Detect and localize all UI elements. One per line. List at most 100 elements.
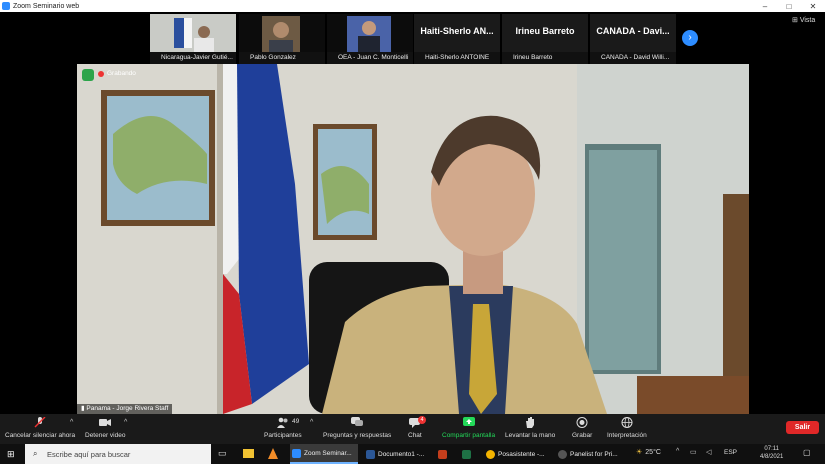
muted-mic-icon bbox=[34, 417, 46, 428]
participant-video bbox=[239, 14, 325, 52]
audio-options-chevron-icon[interactable]: ^ bbox=[70, 419, 73, 426]
taskbar-app-zoom[interactable]: Zoom Seminar... bbox=[290, 444, 358, 464]
qa-label: Preguntas y respuestas bbox=[323, 432, 392, 439]
participant-name-placeholder: CANADA - Davi... bbox=[596, 26, 670, 36]
participant-tile[interactable]: Nicaragua-Javier Gutié... bbox=[150, 14, 236, 64]
taskbar-app-powerpoint[interactable] bbox=[436, 444, 452, 464]
word-icon bbox=[366, 449, 375, 459]
share-screen-icon bbox=[462, 417, 475, 426]
participant-name: CANADA - David Willi... bbox=[590, 52, 676, 64]
taskbar-app-chrome[interactable]: Posasistente -... bbox=[484, 444, 552, 464]
title-bar: Zoom Seminario web – □ ✕ bbox=[0, 0, 825, 12]
raise-hand-button[interactable]: Levantar la mano bbox=[505, 417, 555, 439]
taskbar-app-label: Posasistente -... bbox=[498, 450, 545, 458]
raise-hand-label: Levantar la mano bbox=[505, 432, 556, 439]
participant-name: Nicaragua-Javier Gutié... bbox=[150, 52, 236, 64]
taskbar-app-excel[interactable] bbox=[460, 444, 476, 464]
participant-tile[interactable]: Pablo Gonzalez bbox=[239, 14, 325, 64]
speaker-name: Panama - Jorge Rivera Staff bbox=[86, 405, 169, 412]
recording-dot-icon bbox=[98, 70, 104, 77]
recording-label: Grabando bbox=[107, 70, 136, 77]
taskbar-app-label: Documento1 -... bbox=[378, 450, 425, 458]
unmute-label: Cancelar silenciar ahora bbox=[5, 432, 76, 439]
chat-badge: 4 bbox=[418, 416, 426, 424]
stop-video-button[interactable]: Detener video bbox=[85, 417, 125, 439]
weather-sun-icon: ☀ bbox=[636, 449, 643, 456]
share-screen-button[interactable]: Compartir pantalla bbox=[442, 417, 495, 439]
globe-icon bbox=[621, 417, 633, 428]
participant-tile[interactable]: Irineu Barreto Irineu Barreto bbox=[502, 14, 588, 64]
search-placeholder: Escribe aquí para buscar bbox=[47, 449, 131, 459]
notifications-icon[interactable]: ▢ bbox=[803, 448, 811, 457]
participant-name: Irineu Barreto bbox=[502, 52, 588, 64]
participant-name-placeholder: Irineu Barreto bbox=[515, 26, 575, 36]
minimize-button[interactable]: – bbox=[753, 2, 777, 11]
language-indicator[interactable]: ESP bbox=[724, 449, 737, 456]
window-title: Zoom Seminario web bbox=[13, 2, 80, 10]
weather-temp: 25°C bbox=[645, 448, 661, 456]
taskbar-search-input[interactable]: ⌕ Escribe aquí para buscar bbox=[25, 444, 211, 464]
participant-name: Pablo Gonzalez bbox=[239, 52, 325, 64]
zoom-icon bbox=[292, 448, 301, 458]
unmute-button[interactable]: Cancelar silenciar ahora bbox=[5, 417, 75, 439]
interpretation-button[interactable]: Interpretación bbox=[607, 417, 647, 439]
speaker-name-tag: ▮ Panama - Jorge Rivera Staff bbox=[77, 404, 173, 414]
participants-count: 49 bbox=[292, 418, 300, 425]
participant-name: OEA - Juan C. Monticelli bbox=[327, 52, 413, 64]
volume-icon[interactable]: ◁ bbox=[706, 448, 711, 456]
share-screen-label: Compartir pantalla bbox=[442, 432, 496, 439]
interpretation-label: Interpretación bbox=[607, 432, 647, 439]
view-button[interactable]: ⊞ Vista bbox=[792, 16, 815, 24]
clock-date: 4/8/2021 bbox=[760, 454, 784, 460]
main-speaker-video bbox=[77, 64, 749, 414]
file-explorer-icon[interactable] bbox=[243, 449, 254, 458]
participants-icon bbox=[276, 417, 288, 428]
network-icon[interactable]: ▭ bbox=[690, 448, 697, 456]
clock[interactable]: 07:11 4/8/2021 bbox=[760, 445, 783, 461]
participant-name: Haiti-Sherlo ANTOINE bbox=[414, 52, 500, 64]
video-camera-icon bbox=[99, 419, 112, 426]
raise-hand-icon bbox=[526, 417, 535, 428]
participant-name-placeholder: Haiti-Sherlo AN... bbox=[420, 26, 494, 36]
clock-time: 07:11 bbox=[764, 446, 779, 452]
recording-indicator: Grabando bbox=[98, 70, 136, 77]
windows-start-icon[interactable]: ⊞ bbox=[7, 449, 15, 460]
participant-video bbox=[150, 14, 236, 52]
search-icon: ⌕ bbox=[33, 449, 38, 458]
meeting-toolbar: Cancelar silenciar ahora ^ Detener video… bbox=[0, 414, 825, 444]
speaker-video-frame bbox=[77, 64, 749, 414]
encryption-shield-icon[interactable] bbox=[82, 69, 94, 81]
signal-bars-icon: ▮ bbox=[81, 405, 85, 412]
qa-button[interactable]: Preguntas y respuestas bbox=[323, 417, 391, 439]
taskbar-app-word[interactable]: Documento1 -... bbox=[364, 444, 430, 464]
leave-button[interactable]: Salir bbox=[786, 421, 819, 434]
panelist-app-icon bbox=[558, 449, 567, 459]
next-page-arrow-icon[interactable]: › bbox=[682, 30, 698, 46]
maximize-button[interactable]: □ bbox=[777, 2, 801, 11]
chat-label: Chat bbox=[408, 432, 422, 439]
record-icon bbox=[576, 417, 588, 428]
tray-chevron-icon[interactable]: ^ bbox=[676, 448, 679, 455]
close-button[interactable]: ✕ bbox=[801, 2, 825, 11]
zoom-app-icon bbox=[2, 2, 10, 10]
window-controls: – □ ✕ bbox=[753, 2, 825, 11]
participant-tile[interactable]: CANADA - Davi... CANADA - David Willi... bbox=[590, 14, 676, 64]
stop-video-label: Detener video bbox=[85, 432, 126, 439]
participants-label: Participantes bbox=[264, 432, 302, 439]
taskbar-app-label: Zoom Seminar... bbox=[304, 449, 352, 457]
taskbar-app-panelist[interactable]: Panelist for Pri... bbox=[556, 444, 626, 464]
participant-tile[interactable]: Haiti-Sherlo AN... Haiti-Sherlo ANTOINE bbox=[414, 14, 500, 64]
record-button[interactable]: Grabar bbox=[572, 417, 592, 439]
record-label: Grabar bbox=[572, 432, 593, 439]
participants-chevron-icon[interactable]: ^ bbox=[310, 419, 313, 426]
task-view-icon[interactable]: ▭ bbox=[218, 448, 227, 459]
participant-video bbox=[327, 14, 413, 52]
powerpoint-icon bbox=[438, 449, 447, 459]
qa-icon bbox=[351, 417, 364, 426]
taskbar-app-label: Panelist for Pri... bbox=[570, 450, 618, 458]
weather-widget[interactable]: ☀ 25°C bbox=[636, 448, 661, 457]
participant-tile[interactable]: OEA - Juan C. Monticelli bbox=[327, 14, 413, 64]
excel-icon bbox=[462, 449, 471, 459]
video-options-chevron-icon[interactable]: ^ bbox=[124, 419, 127, 426]
view-label: Vista bbox=[799, 17, 816, 24]
